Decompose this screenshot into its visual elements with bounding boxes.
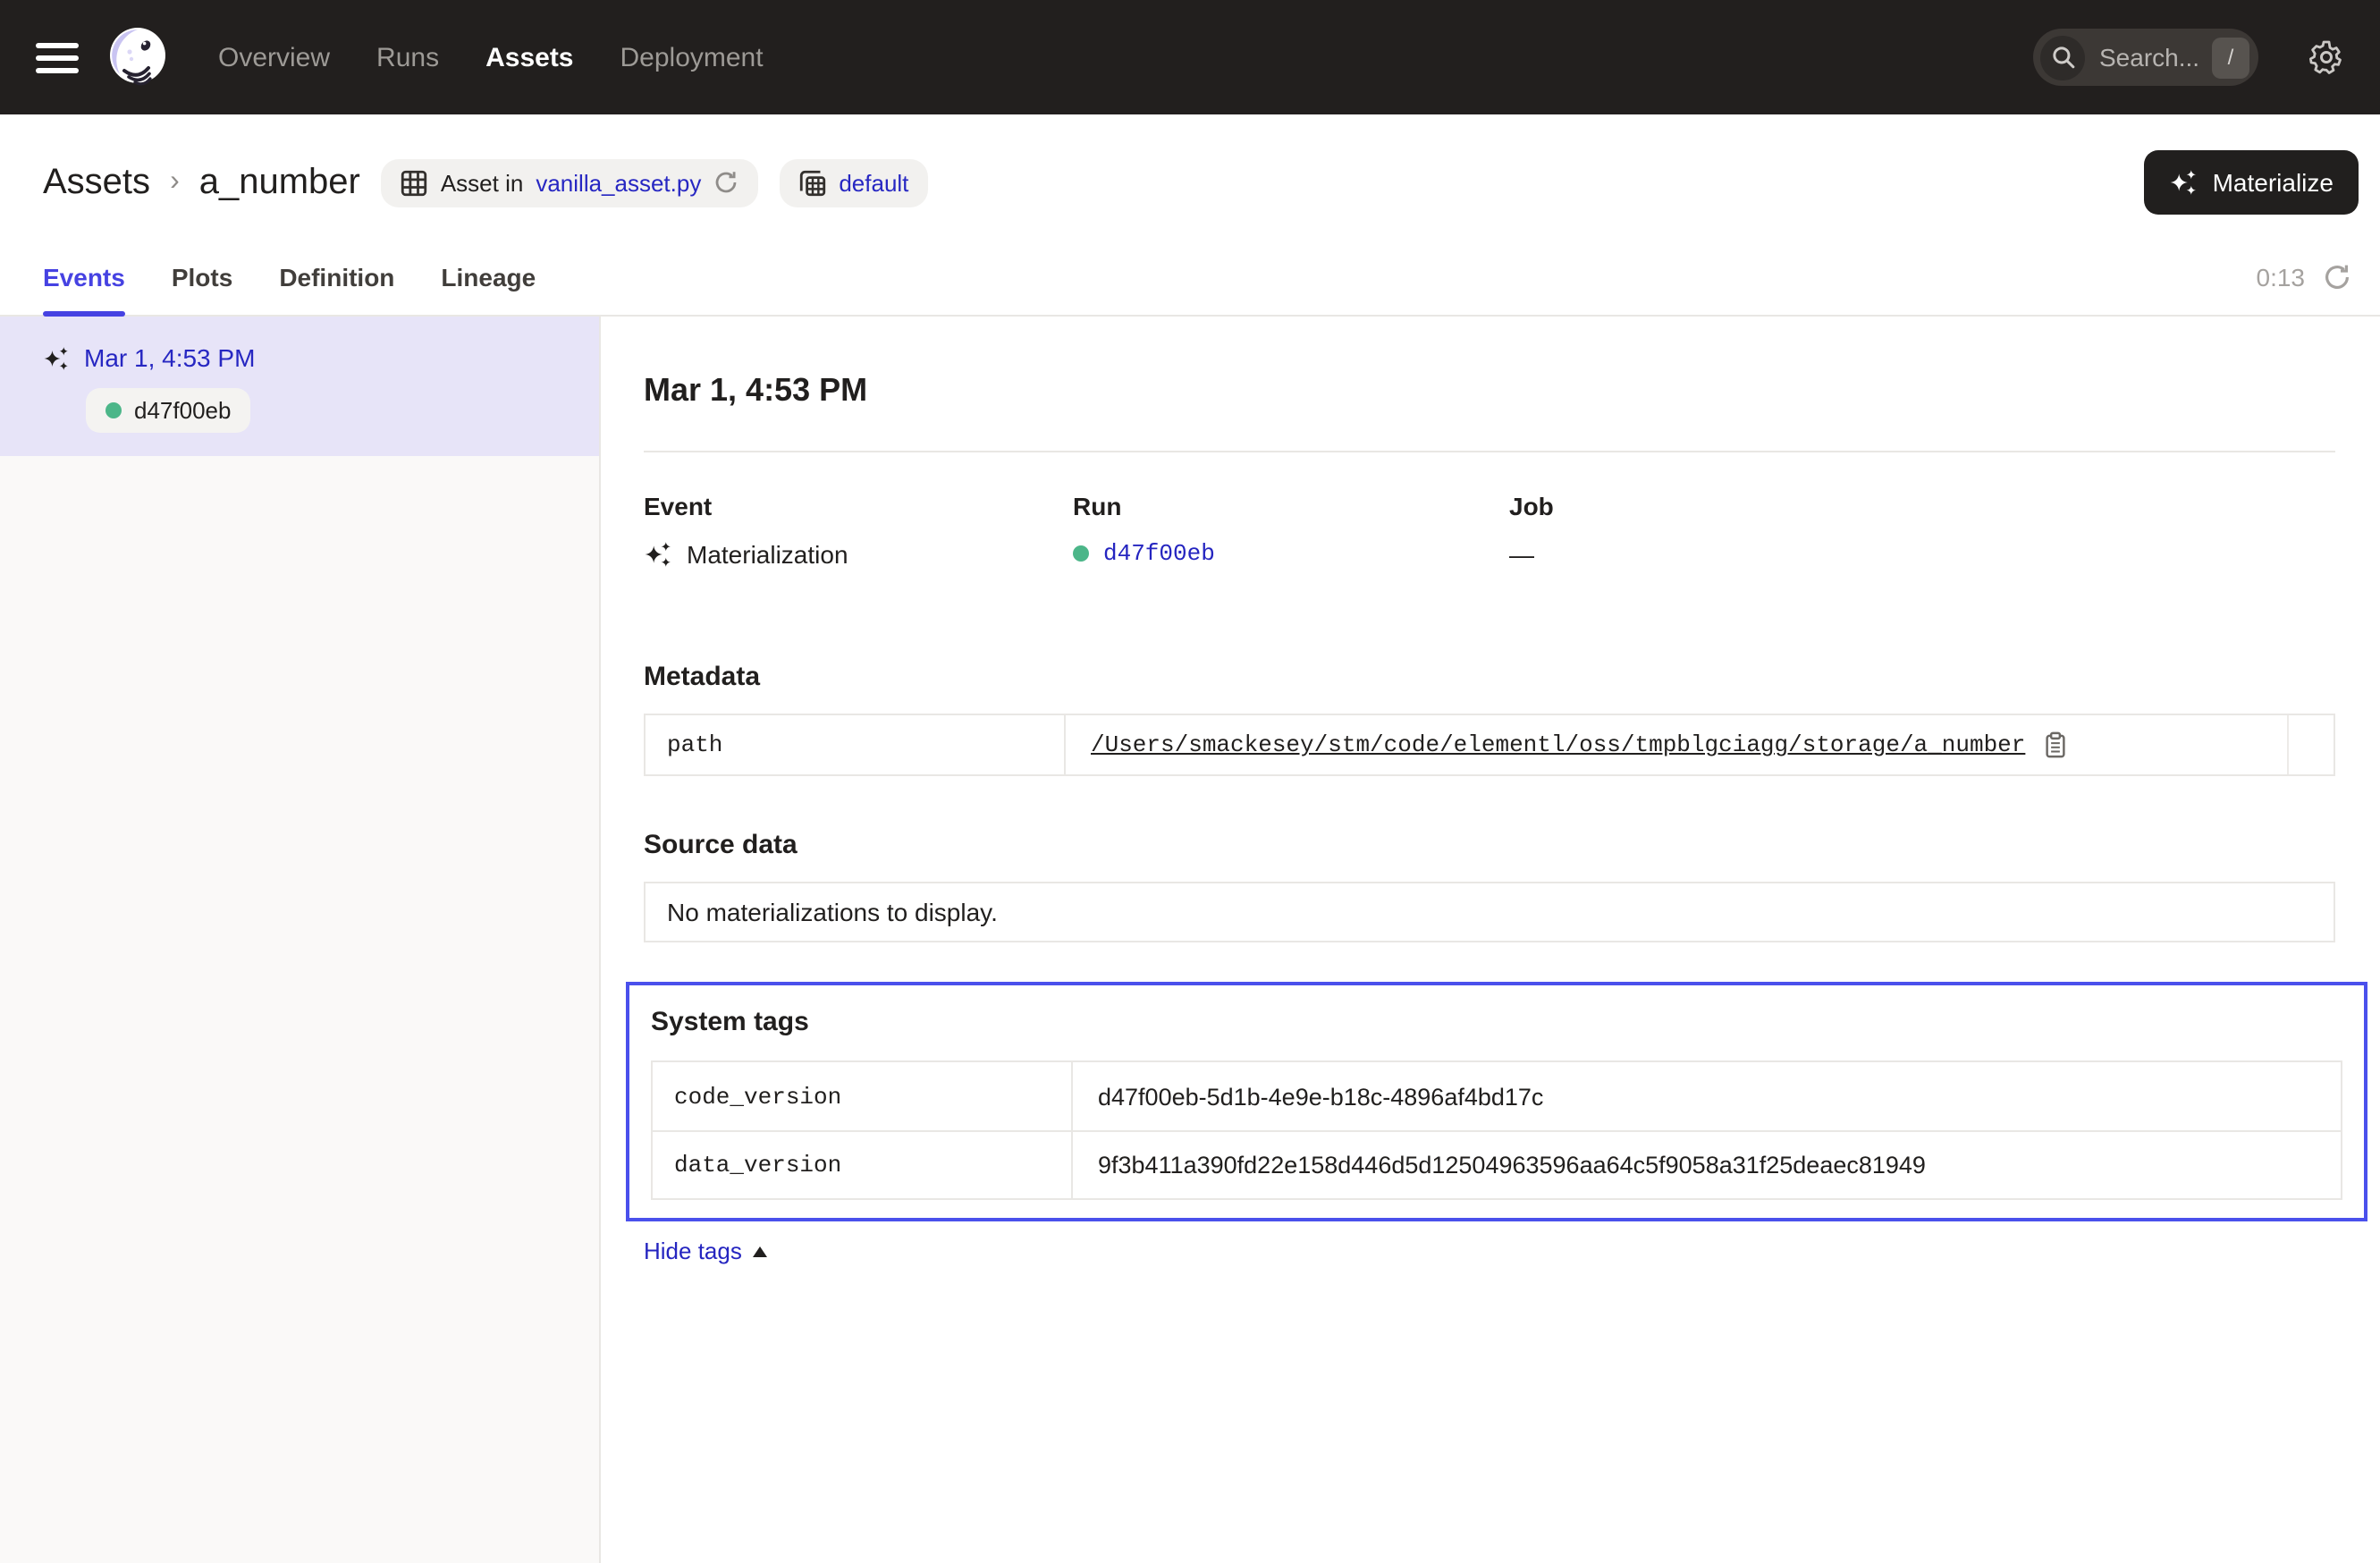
event-column-label: Event bbox=[644, 492, 1073, 520]
reload-definition-icon[interactable] bbox=[713, 170, 738, 195]
event-column: Event Materialization bbox=[644, 492, 1073, 569]
nav-item-runs[interactable]: Runs bbox=[376, 42, 439, 72]
event-detail-panel: Mar 1, 4:53 PM Event Materialization Run… bbox=[601, 317, 2380, 1563]
table-end-cell bbox=[2287, 715, 2334, 774]
tab-lineage[interactable]: Lineage bbox=[441, 240, 536, 315]
hide-tags-link[interactable]: Hide tags bbox=[644, 1238, 767, 1264]
asset-file-link[interactable]: vanilla_asset.py bbox=[536, 169, 701, 196]
table-row: code_version d47f00eb-5d1b-4e9e-b18c-489… bbox=[653, 1062, 2341, 1130]
system-tag-key: data_version bbox=[653, 1132, 1073, 1198]
top-navbar: Overview Runs Assets Deployment / bbox=[0, 0, 2380, 114]
collapse-arrow-icon bbox=[753, 1246, 767, 1256]
search-bar[interactable]: / bbox=[2033, 29, 2258, 86]
run-column-label: Run bbox=[1073, 492, 1509, 520]
system-tag-value: 9f3b411a390fd22e158d446d5d12504963596aa6… bbox=[1098, 1152, 1926, 1179]
dagster-logo[interactable] bbox=[107, 27, 168, 88]
job-empty-value: — bbox=[1509, 540, 1534, 569]
metadata-path-link[interactable]: /Users/smackesey/stm/code/elementl/oss/t… bbox=[1091, 731, 2025, 758]
search-input[interactable] bbox=[2096, 41, 2201, 73]
metadata-heading: Metadata bbox=[644, 662, 2335, 692]
asset-definition-badge: Asset in vanilla_asset.py bbox=[382, 158, 759, 207]
run-status-dot bbox=[1073, 545, 1089, 562]
event-type-value: Materialization bbox=[687, 540, 848, 569]
breadcrumb-current-asset: a_number bbox=[199, 162, 360, 203]
nav-item-assets[interactable]: Assets bbox=[485, 42, 573, 72]
event-list-item[interactable]: Mar 1, 4:53 PM d47f00eb bbox=[0, 317, 599, 456]
tab-plots[interactable]: Plots bbox=[172, 240, 232, 315]
materialize-button[interactable]: Materialize bbox=[2145, 150, 2359, 215]
run-status-dot bbox=[105, 402, 122, 418]
menu-icon[interactable] bbox=[36, 42, 79, 72]
materialization-sparkle-icon bbox=[644, 540, 672, 569]
materialization-sparkle-icon bbox=[43, 344, 70, 371]
table-row: data_version 9f3b411a390fd22e158d446d5d1… bbox=[653, 1130, 2341, 1198]
hide-tags-label: Hide tags bbox=[644, 1238, 742, 1264]
asset-badge-prefix: Asset in bbox=[441, 169, 524, 196]
tab-definition[interactable]: Definition bbox=[279, 240, 394, 315]
sparkle-icon bbox=[2170, 168, 2199, 197]
primary-nav: Overview Runs Assets Deployment bbox=[218, 42, 764, 72]
run-id-chip: d47f00eb bbox=[86, 388, 250, 433]
table-row: path /Users/smackesey/stm/code/elementl/… bbox=[646, 715, 2334, 774]
breadcrumb: Assets › a_number bbox=[43, 162, 360, 203]
metadata-table: path /Users/smackesey/stm/code/elementl/… bbox=[644, 714, 2335, 776]
event-detail-title: Mar 1, 4:53 PM bbox=[644, 372, 2335, 410]
system-tags-heading: System tags bbox=[651, 1007, 2342, 1037]
materialize-button-label: Materialize bbox=[2213, 168, 2334, 197]
asset-tabs: Events Plots Definition Lineage 0:13 bbox=[0, 240, 2380, 317]
asset-group-badge: default bbox=[780, 158, 928, 207]
source-data-empty-box: No materializations to display. bbox=[644, 882, 2335, 942]
search-icon bbox=[2040, 35, 2085, 80]
system-tags-table: code_version d47f00eb-5d1b-4e9e-b18c-489… bbox=[651, 1060, 2342, 1200]
tab-events[interactable]: Events bbox=[43, 240, 125, 315]
refresh-status: 0:13 bbox=[2257, 263, 2352, 291]
main-area: Mar 1, 4:53 PM d47f00eb Mar 1, 4:53 PM E… bbox=[0, 317, 2380, 1563]
metadata-key: path bbox=[646, 715, 1066, 774]
nav-item-overview[interactable]: Overview bbox=[218, 42, 330, 72]
system-tags-highlight-box: System tags code_version d47f00eb-5d1b-4… bbox=[626, 982, 2367, 1221]
metadata-section: Metadata path /Users/smackesey/stm/code/… bbox=[644, 662, 2335, 776]
asset-group-link[interactable]: default bbox=[839, 169, 908, 196]
event-summary-columns: Event Materialization Run d47f00eb Job bbox=[644, 492, 2335, 569]
chevron-right-icon: › bbox=[168, 166, 181, 199]
source-data-section: Source data No materializations to displ… bbox=[644, 830, 2335, 942]
refresh-icon[interactable] bbox=[2323, 263, 2351, 291]
app-window: Overview Runs Assets Deployment / Assets… bbox=[0, 0, 2380, 1563]
source-data-empty-text: No materializations to display. bbox=[667, 898, 998, 926]
run-id-link[interactable]: d47f00eb bbox=[1103, 540, 1215, 567]
event-list-sidebar: Mar 1, 4:53 PM d47f00eb bbox=[0, 317, 601, 1563]
event-timestamp-link[interactable]: Mar 1, 4:53 PM bbox=[84, 343, 255, 372]
system-tag-key: code_version bbox=[653, 1062, 1073, 1130]
divider bbox=[644, 451, 2335, 452]
run-column: Run d47f00eb bbox=[1073, 492, 1509, 569]
run-id-label: d47f00eb bbox=[134, 397, 231, 424]
asset-group-icon bbox=[799, 169, 826, 196]
page-header: Assets › a_number Asset in vanilla_asset… bbox=[0, 114, 2380, 240]
source-data-heading: Source data bbox=[644, 830, 2335, 860]
job-column-label: Job bbox=[1509, 492, 2335, 520]
system-tag-value: d47f00eb-5d1b-4e9e-b18c-4896af4bd17c bbox=[1098, 1083, 1543, 1110]
refresh-countdown: 0:13 bbox=[2257, 263, 2306, 291]
nav-item-deployment[interactable]: Deployment bbox=[620, 42, 764, 72]
breadcrumb-assets-link[interactable]: Assets bbox=[43, 162, 150, 203]
search-shortcut-key: / bbox=[2212, 37, 2249, 78]
job-column: Job — bbox=[1509, 492, 2335, 569]
copy-icon[interactable] bbox=[2041, 731, 2068, 758]
settings-gear-button[interactable] bbox=[2308, 39, 2344, 75]
asset-grid-icon bbox=[401, 169, 428, 196]
